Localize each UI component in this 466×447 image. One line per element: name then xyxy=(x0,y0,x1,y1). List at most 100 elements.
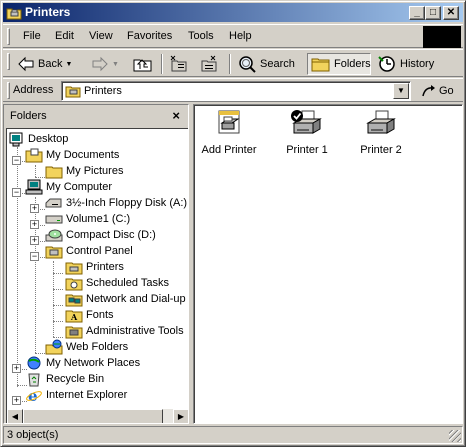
history-label: History xyxy=(400,58,435,70)
toolbar-grip[interactable] xyxy=(7,53,10,70)
tree-node-desktop[interactable]: Desktop xyxy=(9,131,68,147)
tree-node-web-folders[interactable]: Web Folders xyxy=(45,339,128,355)
up-button[interactable] xyxy=(133,53,153,75)
search-icon xyxy=(239,56,256,73)
tree-label: My Pictures xyxy=(66,165,124,177)
tree-node-compact-disc[interactable]: Compact Disc (D:) xyxy=(45,227,156,243)
back-label: Back xyxy=(38,58,63,70)
tree-line xyxy=(17,147,18,387)
default-printer-icon xyxy=(291,110,322,134)
printer-2-item[interactable]: Printer 2 xyxy=(346,109,416,156)
windows-logo xyxy=(423,26,461,48)
tree-label: Network and Dial-up C xyxy=(86,293,188,305)
collapse-control-panel-icon[interactable]: − xyxy=(30,252,39,261)
address-value: Printers xyxy=(84,85,122,97)
expand-volume1-icon[interactable]: + xyxy=(30,220,39,229)
resize-grip[interactable] xyxy=(449,430,461,442)
minimize-button[interactable]: _ xyxy=(409,6,425,20)
expand-floppy-icon[interactable]: + xyxy=(30,204,39,213)
copy-to-button[interactable] xyxy=(199,53,219,75)
close-button[interactable]: ✕ xyxy=(443,6,459,20)
tree-label: My Computer xyxy=(46,181,113,193)
printers-content-pane: Add Printer Printer 1 Printer 2 xyxy=(193,104,463,424)
address-input[interactable]: Printers ▼ xyxy=(61,81,411,101)
collapse-my-computer-icon[interactable]: − xyxy=(12,188,21,197)
folders-horizontal-scrollbar[interactable]: ◀ ▶ xyxy=(7,409,188,423)
folders-pane-header: Folders × xyxy=(4,105,188,127)
menu-help[interactable]: Help xyxy=(229,30,252,42)
my-computer-icon xyxy=(25,179,43,195)
menubar-grip[interactable] xyxy=(7,28,10,45)
tree-node-my-network-places[interactable]: My Network Places xyxy=(25,355,140,371)
tree-node-printers[interactable]: Printers xyxy=(65,259,124,275)
expand-compact-disc-icon[interactable]: + xyxy=(30,236,39,245)
scroll-left-icon[interactable]: ◀ xyxy=(7,409,23,423)
scroll-thumb[interactable] xyxy=(23,409,163,423)
forward-dropdown-icon[interactable]: ▼ xyxy=(112,61,119,68)
tree-node-fonts[interactable]: A Fonts xyxy=(65,307,114,323)
tree-node-recycle-bin[interactable]: Recycle Bin xyxy=(25,371,104,387)
tree-line xyxy=(53,289,63,290)
history-button[interactable]: History xyxy=(377,53,434,75)
printers-folder-icon xyxy=(65,262,83,275)
tree-label: My Documents xyxy=(46,149,120,161)
scroll-right-icon[interactable]: ▶ xyxy=(173,409,188,423)
tree-label: Web Folders xyxy=(66,341,129,353)
tree-label: Internet Explorer xyxy=(46,389,128,401)
menu-tools[interactable]: Tools xyxy=(188,30,214,42)
status-bar: 3 object(s) xyxy=(3,426,463,444)
tree-node-control-panel[interactable]: Control Panel xyxy=(45,243,133,259)
address-bar: Address Printers ▼ Go xyxy=(3,78,463,102)
folder-icon xyxy=(45,166,63,179)
folders-icon xyxy=(311,58,330,72)
menu-view[interactable]: View xyxy=(89,30,113,42)
menu-bar: File Edit View Favorites Tools Help xyxy=(3,24,463,48)
tree-node-internet-explorer[interactable]: e Internet Explorer xyxy=(25,387,127,403)
tree-line xyxy=(35,353,45,354)
collapse-my-documents-icon[interactable]: − xyxy=(12,156,21,165)
tree-node-network-dialup[interactable]: Network and Dial-up C xyxy=(65,291,188,307)
tree-node-my-computer[interactable]: My Computer xyxy=(25,179,112,195)
hard-drive-icon xyxy=(45,215,63,224)
folders-button[interactable]: Folders xyxy=(307,53,371,75)
folder-tree[interactable]: − − + + + − + + Desktop My Documents My … xyxy=(6,128,188,423)
menu-favorites[interactable]: Favorites xyxy=(127,30,172,42)
move-to-icon xyxy=(170,55,187,72)
tree-node-scheduled-tasks[interactable]: Scheduled Tasks xyxy=(65,275,169,291)
maximize-button[interactable]: □ xyxy=(425,6,441,20)
folders-pane-title: Folders xyxy=(10,110,47,122)
tree-label: Printers xyxy=(86,261,124,273)
tree-node-volume1[interactable]: Volume1 (C:) xyxy=(45,211,130,227)
close-folders-pane-icon[interactable]: × xyxy=(172,108,180,123)
search-label: Search xyxy=(260,58,295,70)
tree-label: Scheduled Tasks xyxy=(86,277,169,289)
window-title: Printers xyxy=(25,5,71,19)
menu-edit[interactable]: Edit xyxy=(55,30,74,42)
expand-internet-explorer-icon[interactable]: + xyxy=(12,396,21,405)
go-button[interactable]: Go xyxy=(421,84,454,98)
address-dropdown-icon[interactable]: ▼ xyxy=(393,83,409,99)
back-dropdown-icon[interactable]: ▼ xyxy=(65,61,72,68)
add-printer-icon xyxy=(218,110,240,134)
tree-line xyxy=(35,165,36,177)
tree-label: 3½-Inch Floppy Disk (A:) xyxy=(66,197,188,209)
tree-node-my-documents[interactable]: My Documents xyxy=(25,147,119,163)
addressbar-grip[interactable] xyxy=(7,82,10,99)
scheduled-tasks-icon xyxy=(65,278,83,291)
tree-line xyxy=(53,321,63,322)
search-button[interactable]: Search xyxy=(237,53,295,75)
add-printer-item[interactable]: Add Printer xyxy=(194,109,264,156)
expand-network-places-icon[interactable]: + xyxy=(12,364,21,373)
back-button[interactable]: Back ▼ xyxy=(17,53,72,75)
go-arrow-icon xyxy=(422,85,435,97)
item-label: Printer 2 xyxy=(360,144,402,156)
tree-node-my-pictures[interactable]: My Pictures xyxy=(45,163,123,179)
forward-button[interactable]: ▼ xyxy=(91,53,119,75)
network-places-icon xyxy=(27,356,41,370)
printer-1-item[interactable]: Printer 1 xyxy=(272,109,342,156)
move-to-button[interactable] xyxy=(169,53,189,75)
title-bar[interactable]: Printers _ □ ✕ xyxy=(3,3,463,22)
menu-file[interactable]: File xyxy=(23,30,41,42)
tree-node-floppy[interactable]: 3½-Inch Floppy Disk (A:) xyxy=(45,195,187,211)
tree-node-administrative-tools[interactable]: Administrative Tools xyxy=(65,323,184,339)
